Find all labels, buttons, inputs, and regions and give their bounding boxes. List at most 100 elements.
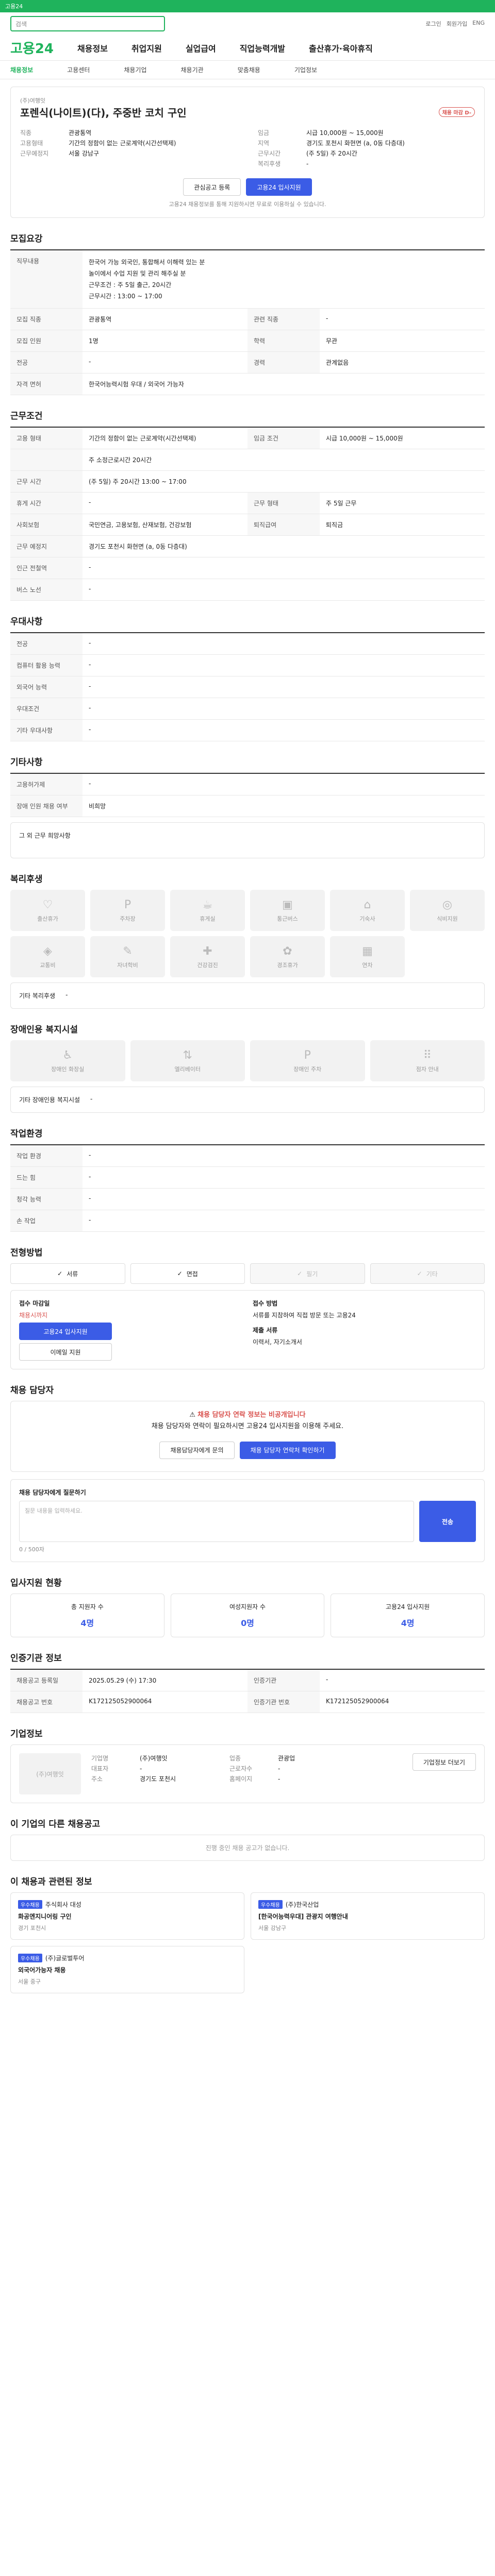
subnav-item[interactable]: 채용정보 — [10, 65, 33, 74]
house-icon: ⌂ — [364, 898, 371, 911]
conditions-table: 고용 형태 기간의 정함이 없는 근로계약(시간선택제) 임금 조건 시급 10,00… — [10, 427, 485, 601]
signup-link[interactable]: 회원가입 — [447, 20, 467, 28]
related-card[interactable]: 우수채용 (주)글로벌투어 외국어가능자 채용 서울 중구 — [10, 1946, 244, 1993]
welfare-item: P 주차장 — [90, 890, 165, 931]
row-value: 비희망 — [89, 803, 106, 810]
gnb-item[interactable]: 직업능력개발 — [240, 42, 285, 54]
row-key: 장애 인원 채용 여부 — [10, 795, 82, 817]
login-link[interactable]: 로그인 — [425, 20, 441, 28]
welfare-label: 경조휴가 — [277, 961, 298, 969]
subnav-item[interactable]: 고용센터 — [67, 65, 90, 74]
welfare-label: 자녀학비 — [117, 961, 138, 969]
question-submit-button[interactable]: 전송 — [419, 1501, 476, 1542]
gnb-item[interactable]: 출산휴가·육아휴직 — [309, 42, 373, 54]
env-table: 작업 환경 - 드는 힘- 청각 능력 - 손 작업 - — [10, 1144, 485, 1232]
top-banner-text: 고용24 — [5, 3, 23, 10]
section-title: 전형방법 — [10, 1248, 43, 1258]
restroom-icon: ♿ — [62, 1048, 73, 1062]
related-title: 외국어가능자 채용 — [18, 1967, 66, 1974]
row-value: - — [89, 704, 91, 711]
row-key — [10, 449, 82, 470]
row-value: - — [89, 683, 91, 690]
other-table: 고용허가제 - 장애 인원 채용 여부 비희망 — [10, 773, 485, 817]
subnav-item[interactable]: 채용기업 — [124, 65, 146, 74]
summary-key: 근무예정지 — [20, 150, 49, 157]
company-name: (주)여행잇 — [20, 97, 46, 104]
related-card[interactable]: 우수채용 주식회사 대성 화공엔지니어링 구인 경기 포천시 — [10, 1892, 244, 1940]
table-row: 우대조건 - — [10, 698, 485, 720]
applicant-card: 여성지원자 수 0명 — [170, 1594, 325, 1637]
table-row: 모집 인원 1명 학력 무관 — [10, 330, 485, 352]
apply-button[interactable]: 고용24 입사지원 — [246, 178, 312, 196]
table-row: 채용공고 등록일 2025.05.29 (수) 17:30 인증기관 - — [10, 1670, 485, 1691]
company-row: 기업명 (주)여행잇 업종 관광업 — [91, 1753, 402, 1764]
sub-nav: 채용정보 고용센터 채용기업 채용기관 맞춤채용 기업정보 — [0, 61, 495, 79]
row-key: 드는 힘 — [10, 1167, 82, 1188]
row-value: 관계없음 — [326, 359, 349, 366]
gnb-item[interactable]: 실업급여 — [186, 42, 216, 54]
selection-type-label: 면접 — [186, 1270, 198, 1278]
other-note-box: 그 외 근무 희망사항 — [10, 822, 485, 858]
contact-check-button[interactable]: 채용 담당자 연락처 확인하기 — [239, 1442, 336, 1459]
subnav-item[interactable]: 기업정보 — [294, 65, 317, 74]
gnb-item[interactable]: 취업지원 — [131, 42, 162, 54]
company-key: 주소 — [91, 1775, 103, 1783]
welfare-item: ♡ 출산휴가 — [10, 890, 85, 931]
related-card[interactable]: 우수채용 (주)한국산업 [한국어능력우대] 관광지 여행안내 서울 강남구 — [251, 1892, 485, 1940]
company-more-button[interactable]: 기업정보 더보기 — [412, 1753, 476, 1771]
status-badge: 채용 마감 D- — [438, 107, 475, 117]
row-value: - — [326, 315, 328, 322]
row-value: 시급 10,000원 ~ 15,000원 — [326, 435, 403, 442]
disability-item: ⇅ 엘리베이터 — [130, 1040, 245, 1081]
disability-label: 장애인 화장실 — [51, 1065, 85, 1073]
related-tag: 우수채용 — [18, 1954, 42, 1962]
welfare-item: ▦ 연차 — [330, 936, 405, 977]
row-key: 작업 환경 — [10, 1145, 82, 1166]
scrap-button[interactable]: 관심공고 등록 — [183, 178, 241, 196]
section-title: 채용 담당자 — [10, 1385, 54, 1396]
row-value: - — [326, 1676, 328, 1683]
language-link[interactable]: ENG — [472, 20, 485, 28]
welfare-extra-value: - — [65, 991, 68, 998]
deadline-value: 채용시까지 — [19, 1312, 48, 1319]
company-key: 대표자 — [91, 1765, 109, 1772]
section-title: 이 기업의 다른 채용공고 — [10, 1819, 101, 1829]
method-col: 접수 방법 서류를 지참하여 직접 방문 또는 고용24 제출 서류 이력서, … — [253, 1299, 476, 1361]
welfare-grid: ♡ 출산휴가 P 주차장 ☕ 휴게실 ▣ 통근버스 ⌂ 기숙사 ◎ 식비지원 ◈ 교통비 ✎ 자… — [10, 890, 485, 977]
table-row: 버스 노선 - — [10, 579, 485, 601]
summary-item: 복리후생 - — [258, 159, 475, 169]
card-label: 총 지원자 수 — [71, 1603, 104, 1611]
gnb-item[interactable]: 채용정보 — [77, 42, 108, 54]
disability-item: ♿ 장애인 화장실 — [10, 1040, 125, 1081]
contact-inquiry-button[interactable]: 채용담당자에게 문의 — [159, 1442, 235, 1459]
logo[interactable]: 고용24 — [10, 38, 54, 57]
summary-key: 지역 — [258, 140, 270, 147]
contact-alert: ⚠ 채용 담당자 연락 정보는 비공개입니다 채용 담당자와 연락이 필요하시면… — [10, 1401, 485, 1472]
method-label: 접수 방법 — [253, 1300, 278, 1307]
email-apply-button[interactable]: 이메일 지원 — [19, 1343, 112, 1361]
subnav-item[interactable]: 맞춤채용 — [238, 65, 260, 74]
summary-key: 직종 — [20, 129, 32, 137]
section-title: 장애인용 복지시설 — [10, 1025, 78, 1035]
table-row: 기타 우대사항 - — [10, 720, 485, 741]
row-key: 경력 — [248, 352, 320, 373]
application-box: 접수 마감일 채용시까지 고용24 입사지원 이메일 지원 접수 방법 서류를 … — [10, 1290, 485, 1369]
search-input[interactable]: 검색 — [10, 16, 165, 31]
company-details: 기업명 (주)여행잇 업종 관광업 대표자 - 근로자수 - 주소 경기도 포천시 홈페이지 - — [91, 1753, 402, 1784]
apply-button[interactable]: 고용24 입사지원 — [19, 1323, 112, 1340]
row-value: - — [89, 585, 91, 592]
desc-line: 한국어 가능 외국인, 통합해서 이해력 있는 분 — [89, 259, 205, 266]
calendar-icon: ▦ — [362, 944, 373, 958]
summary-value: 시급 10,000원 ~ 15,000원 — [306, 129, 384, 137]
job-summary: (주)여행잇 포렌식(나이트)(다), 주중반 코치 구인 채용 마감 D- 직… — [10, 87, 485, 218]
question-textarea[interactable]: 질문 내용을 입력하세요. — [19, 1501, 414, 1542]
related-company: 주식회사 대성 — [45, 1901, 81, 1908]
row-key: 청각 능력 — [10, 1189, 82, 1210]
selection-type: ✓ 기타 — [370, 1263, 485, 1284]
section-title: 이 채용과 관련된 정보 — [10, 1877, 92, 1887]
info-table: 채용공고 등록일 2025.05.29 (수) 17:30 인증기관 - 채용공고 번… — [10, 1669, 485, 1713]
section-title: 인증기관 정보 — [10, 1653, 62, 1664]
warning-icon: ⚠ — [189, 1411, 196, 1419]
subnav-item[interactable]: 채용기관 — [181, 65, 204, 74]
bus-icon: ▣ — [282, 898, 293, 911]
